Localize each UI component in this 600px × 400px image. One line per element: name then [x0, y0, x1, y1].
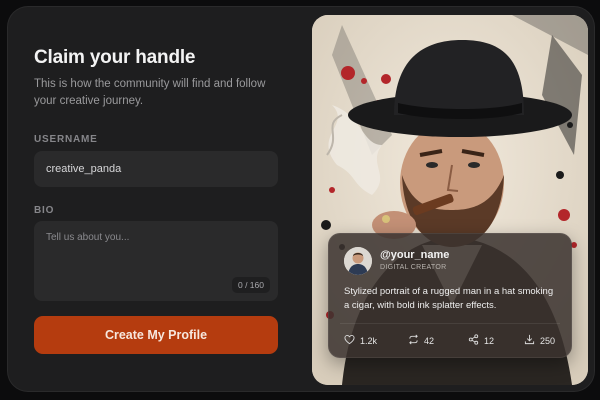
username-value: creative_panda: [46, 163, 122, 175]
page-subtitle: This is how the community will find and …: [34, 78, 266, 107]
stats-divider: [340, 323, 560, 324]
repost-icon: [408, 334, 419, 347]
share-icon: [468, 334, 479, 347]
username-input[interactable]: creative_panda: [34, 151, 278, 187]
reposts-stat[interactable]: 42: [408, 334, 434, 347]
heart-icon: [344, 334, 355, 347]
post-preview-card: @your_name DIGITAL CREATOR Stylized port…: [328, 233, 572, 358]
avatar: [344, 247, 372, 275]
downloads-stat[interactable]: 250: [524, 334, 555, 347]
bio-textarea[interactable]: Tell us about you... 0 / 160: [34, 221, 278, 301]
bio-placeholder: Tell us about you...: [46, 232, 130, 243]
artwork-preview: @your_name DIGITAL CREATOR Stylized port…: [312, 15, 588, 385]
bio-label: BIO: [34, 205, 55, 216]
preview-role: DIGITAL CREATOR: [380, 264, 447, 271]
reposts-count: 42: [424, 335, 435, 346]
likes-count: 1.2k: [360, 335, 378, 346]
page-title: Claim your handle: [34, 47, 196, 68]
create-profile-button[interactable]: Create My Profile: [34, 316, 278, 354]
profile-card: Claim your handle This is how the commun…: [8, 7, 594, 391]
username-label: USERNAME: [34, 134, 98, 145]
shares-count: 12: [484, 335, 495, 346]
likes-stat[interactable]: 1.2k: [344, 334, 377, 347]
download-icon: [524, 334, 535, 347]
preview-handle: @your_name: [380, 249, 450, 261]
shares-stat[interactable]: 12: [468, 334, 494, 347]
preview-description: Stylized portrait of a rugged man in a h…: [344, 286, 554, 311]
bio-character-counter: 0 / 160: [232, 277, 270, 293]
downloads-count: 250: [540, 335, 556, 346]
